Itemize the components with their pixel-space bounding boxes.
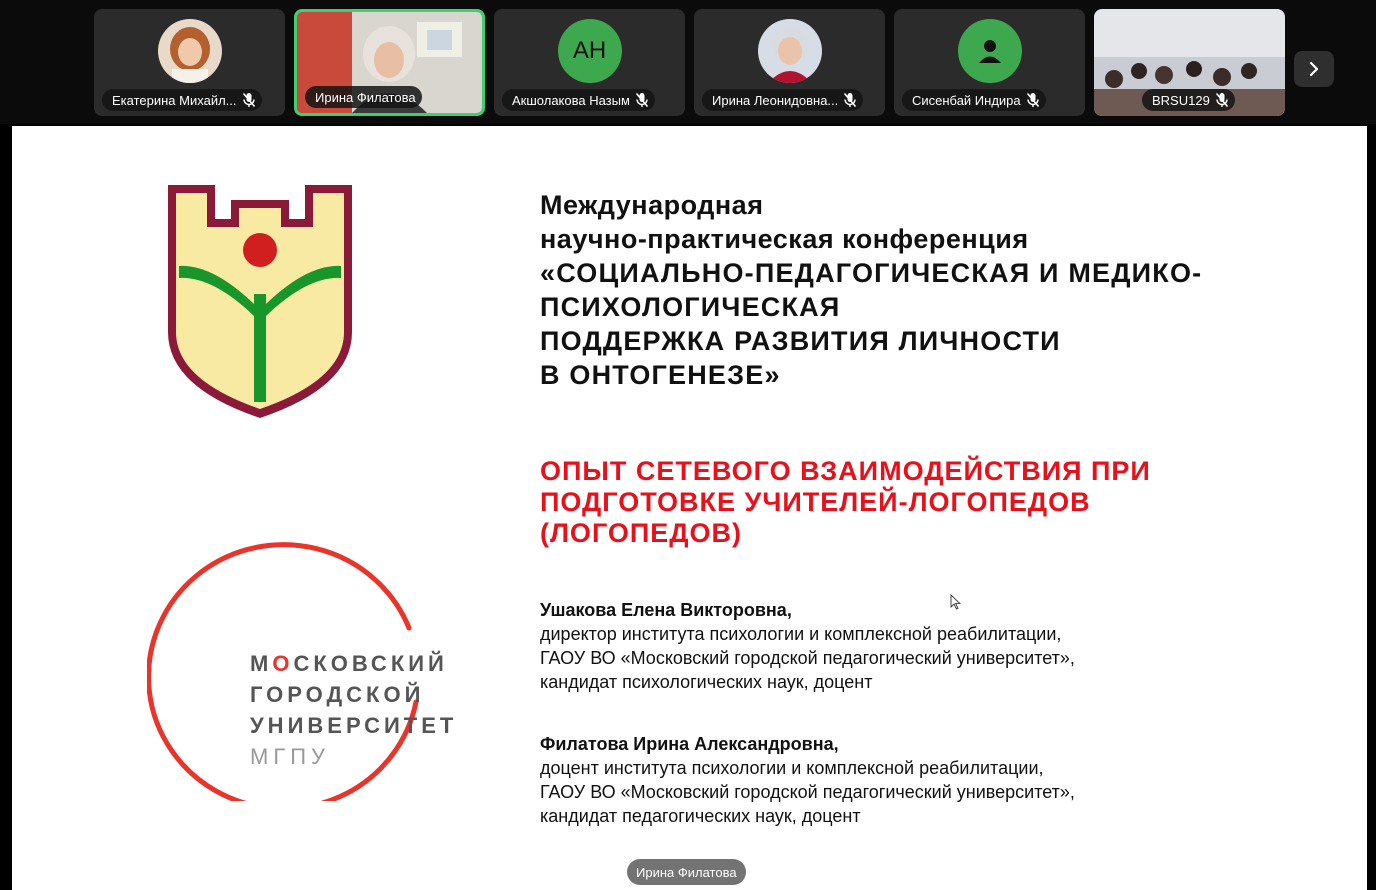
- mic-off-icon: [1215, 92, 1228, 108]
- participant-tile-active[interactable]: Ирина Филатова: [294, 9, 485, 116]
- participant-initials: АН: [557, 19, 622, 83]
- participant-name-pill: Акшолакова Назым: [502, 89, 655, 111]
- participant-name-pill: Сисенбай Индира: [902, 89, 1046, 111]
- video-conference-window: Екатерина Михайл... Ирина Филатова АН Ак…: [0, 0, 1376, 890]
- participant-avatar: [957, 19, 1022, 83]
- participant-avatar: [757, 19, 822, 83]
- participant-tile[interactable]: Ирина Леонидовна...: [694, 9, 885, 116]
- author-block: Филатова Ирина Александровна, доцент инс…: [540, 734, 1075, 826]
- participant-name: Акшолакова Назым: [512, 92, 630, 108]
- participant-name: Ирина Леонидовна...: [712, 92, 839, 108]
- shared-screen-slide: МОСКОВСКИЙ ГОРОДСКОЙ УНИВЕРСИТЕТ МГПУ Ме…: [12, 126, 1367, 890]
- user-icon: [978, 40, 1001, 63]
- participant-name: BRSU129: [1152, 92, 1210, 108]
- participant-name-pill: Екатерина Михайл...: [102, 89, 262, 111]
- window-edge: [1367, 126, 1376, 890]
- participant-name: Ирина Филатова: [315, 89, 416, 105]
- participant-name: Екатерина Михайл...: [112, 92, 237, 108]
- mic-off-icon: [242, 92, 255, 108]
- participant-tile[interactable]: Екатерина Михайл...: [94, 9, 285, 116]
- mic-off-icon: [844, 92, 857, 108]
- university-crest-logo: [168, 185, 352, 418]
- participants-strip: Екатерина Михайл... Ирина Филатова АН Ак…: [0, 0, 1376, 124]
- participant-name-pill: BRSU129: [1142, 89, 1235, 111]
- conference-title: Международная научно-практическая конфер…: [540, 190, 1203, 390]
- participant-name-pill: Ирина Филатова: [305, 86, 422, 108]
- participant-tile[interactable]: Сисенбай Индира: [894, 9, 1085, 116]
- author-block: Ушакова Елена Викторовна, директор инсти…: [540, 600, 1075, 692]
- talk-title: ОПЫТ СЕТЕВОГО ВЗАИМОДЕЙСТВИЯ ПРИ ПОДГОТО…: [540, 456, 1151, 548]
- chevron-right-icon: [1309, 61, 1319, 77]
- participant-tile[interactable]: АН Акшолакова Назым: [494, 9, 685, 116]
- participant-name-pill: Ирина Леонидовна...: [702, 89, 864, 111]
- mic-off-icon: [635, 92, 649, 108]
- mic-off-icon: [1026, 92, 1039, 108]
- participant-tile[interactable]: BRSU129: [1094, 9, 1285, 116]
- next-participants-button[interactable]: [1294, 51, 1334, 87]
- participant-avatar: [157, 19, 222, 83]
- participant-name: Сисенбай Индира: [912, 92, 1021, 108]
- mgpu-wordmark: МОСКОВСКИЙ ГОРОДСКОЙ УНИВЕРСИТЕТ МГПУ: [250, 651, 458, 769]
- active-speaker-label: Ирина Филатова: [627, 859, 746, 885]
- mouse-cursor-icon: [950, 594, 961, 610]
